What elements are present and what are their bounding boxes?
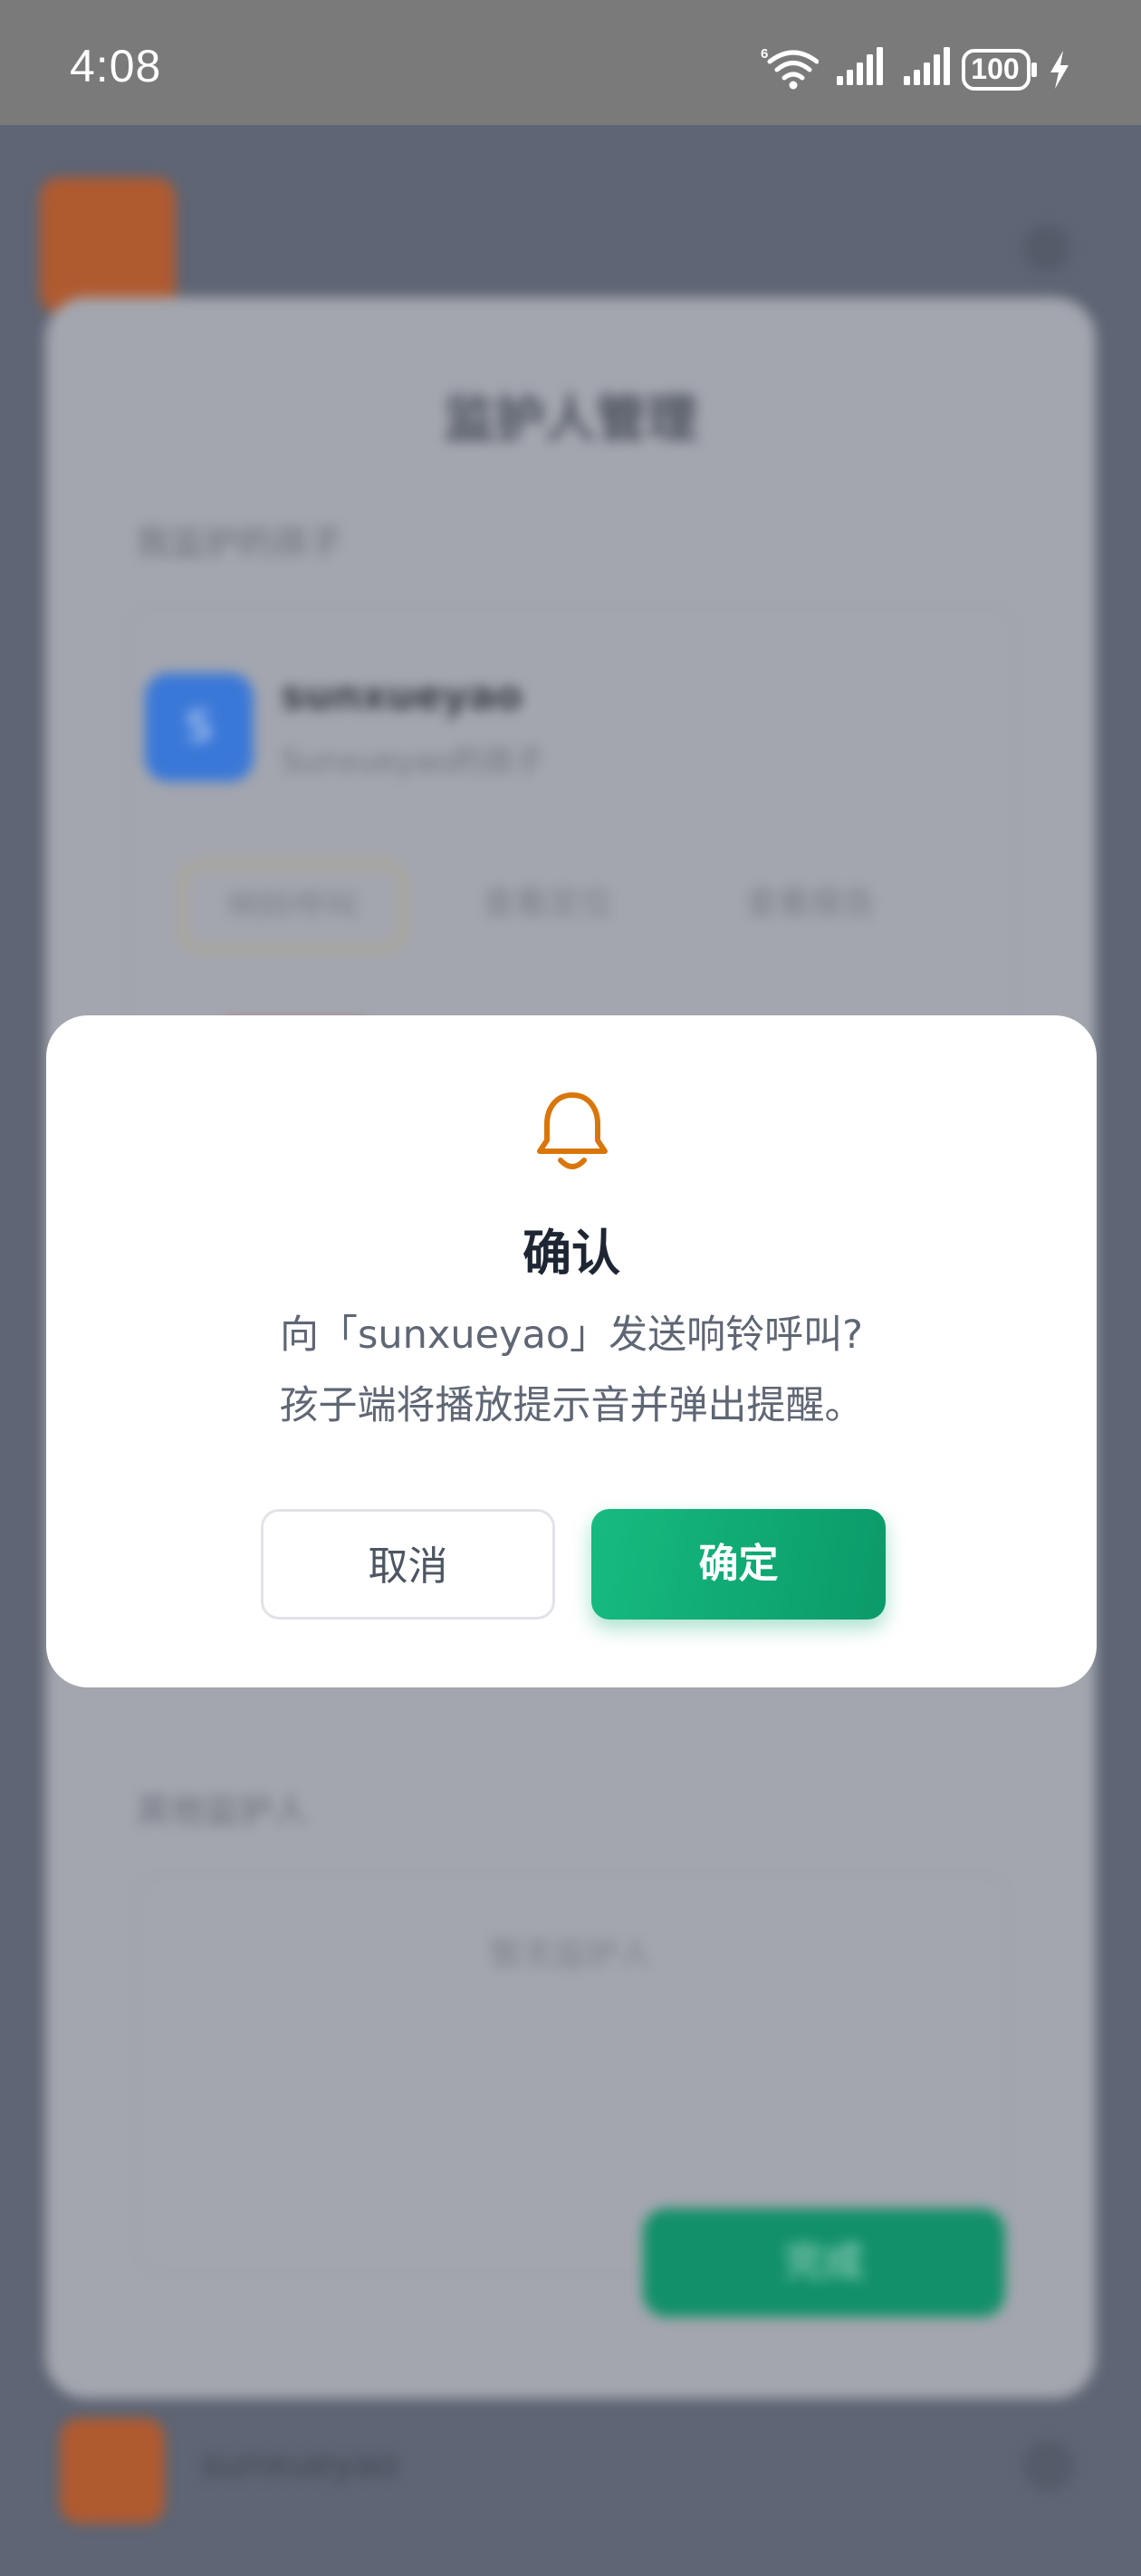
close-icon (1023, 225, 1070, 272)
status-bar: 4:08 6 100 (0, 0, 1141, 125)
ring-call-chip: 响铃呼叫 (181, 863, 404, 950)
member-name: sunxueyao (281, 673, 523, 719)
signal-strength-icon (904, 47, 950, 85)
signal-strength-icon (837, 47, 883, 85)
wifi-icon: 6 (761, 46, 819, 90)
empty-guardians-text: 暂无监护人 (488, 1936, 652, 1973)
confirm-dialog: 确认 向「sunxueyao」发送响铃呼叫? 孩子端将播放提示音并弹出提醒。 取… (46, 1015, 1097, 1687)
battery-level: 100 (971, 53, 1020, 85)
bottom-avatar (60, 2418, 165, 2523)
screen: 4:08 6 100 监护人管理 我监护的孩子 S sunxueyao Sunx… (0, 0, 1141, 2576)
view-report-chip: 查看报告 (744, 885, 876, 922)
section-children-label: 我监护的孩子 (136, 523, 343, 562)
cancel-button[interactable]: 取消 (261, 1509, 555, 1620)
charging-icon (1050, 51, 1069, 89)
member-subtitle: Sunxueyao的孩子 (281, 744, 545, 780)
bottom-user-name: sunxueyao (201, 2444, 398, 2485)
battery-icon: 100 (962, 49, 1040, 91)
wifi-tag-text: 6 (761, 46, 768, 62)
panel-title: 监护人管理 (444, 390, 697, 449)
member-avatar: S (145, 673, 254, 782)
bell-icon (537, 1092, 608, 1169)
dialog-message-line1: 向「sunxueyao」发送响铃呼叫? (280, 1312, 863, 1358)
app-avatar (40, 178, 176, 313)
done-button: 完成 (643, 2208, 1005, 2317)
settings-icon (1023, 2440, 1074, 2491)
dialog-message-line2: 孩子端将播放提示音并弹出提醒。 (279, 1383, 864, 1428)
dialog-title: 确认 (523, 1225, 620, 1282)
confirm-button[interactable]: 确定 (591, 1509, 886, 1620)
status-time: 4:08 (70, 41, 162, 91)
view-location-chip: 查看定位 (482, 885, 613, 922)
section-guardians-label: 其他监护人 (136, 1791, 309, 1831)
